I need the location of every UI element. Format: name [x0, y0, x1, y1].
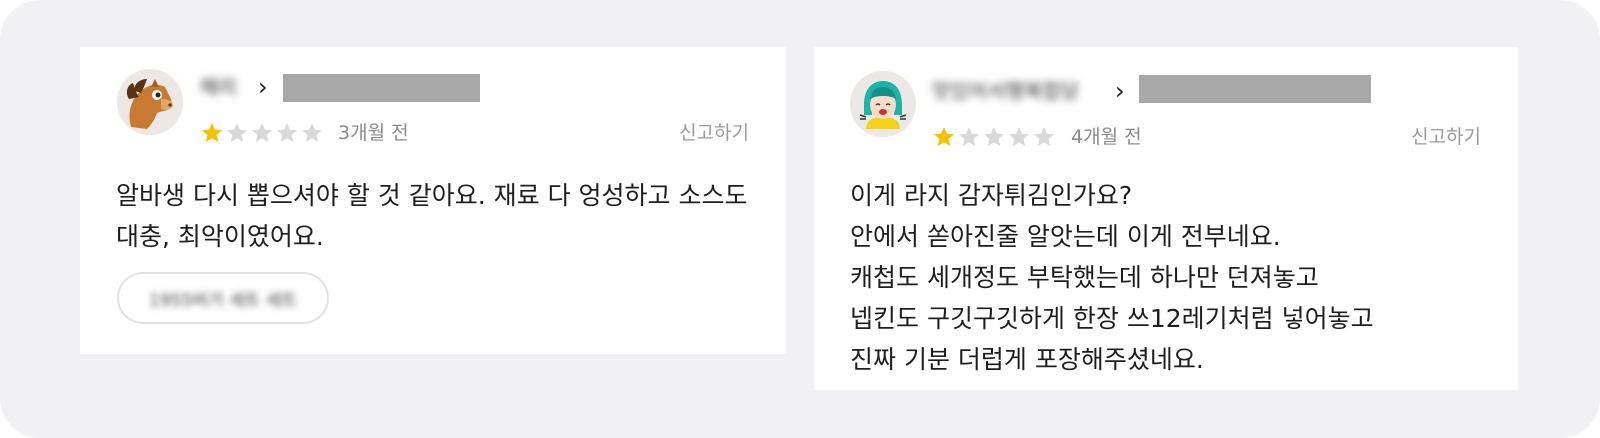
star-rating [932, 125, 1056, 149]
star-empty-icon [984, 127, 1004, 146]
author-name[interactable]: 맛있어서행복합당 [932, 77, 1079, 105]
star-rating [200, 121, 324, 145]
redacted-store-name [1139, 75, 1371, 103]
star-empty-icon [227, 123, 247, 142]
menu-tag-label: 1955버거 세트 세트 [149, 290, 297, 311]
star-filled-icon [934, 127, 954, 146]
review-card: 맛있어서행복합당 › 4개월 전 신고하기 이게 라지 감자튀김인가요? 안에서… [814, 47, 1518, 390]
review-list: 해리 › 3개월 전 신고하기 알바생 다시 뽑으셔야 할 것 같아요. 재료 … [0, 0, 1600, 438]
chevron-right-icon[interactable]: › [1115, 77, 1125, 105]
horse-avatar-icon[interactable] [117, 69, 183, 135]
review-text: 이게 라지 감자튀김인가요? 안에서 쏟아진줄 알앗는데 이게 전부네요. 캐첩… [850, 181, 1374, 374]
chevron-right-icon[interactable]: › [258, 73, 268, 101]
star-filled-icon [202, 123, 222, 142]
review-text: 알바생 다시 뽑으셔야 할 것 같아요. 재료 다 엉성하고 소스도 대충, 최… [116, 181, 748, 251]
star-empty-icon [959, 127, 979, 146]
star-empty-icon [277, 123, 297, 142]
ordered-menu-tag[interactable]: 1955버거 세트 세트 [117, 272, 329, 324]
review-date: 3개월 전 [338, 122, 409, 144]
star-empty-icon [252, 123, 272, 142]
redacted-store-name [283, 74, 480, 102]
star-empty-icon [302, 123, 322, 142]
report-button[interactable]: 신고하기 [679, 121, 749, 145]
review-card: 해리 › 3개월 전 신고하기 알바생 다시 뽑으셔야 할 것 같아요. 재료 … [80, 47, 786, 354]
report-button[interactable]: 신고하기 [1411, 125, 1481, 149]
star-empty-icon [1034, 127, 1054, 146]
girl-avatar-icon[interactable] [850, 71, 916, 137]
review-date: 4개월 전 [1071, 126, 1142, 148]
star-empty-icon [1009, 127, 1029, 146]
author-name[interactable]: 해리 [200, 73, 237, 101]
